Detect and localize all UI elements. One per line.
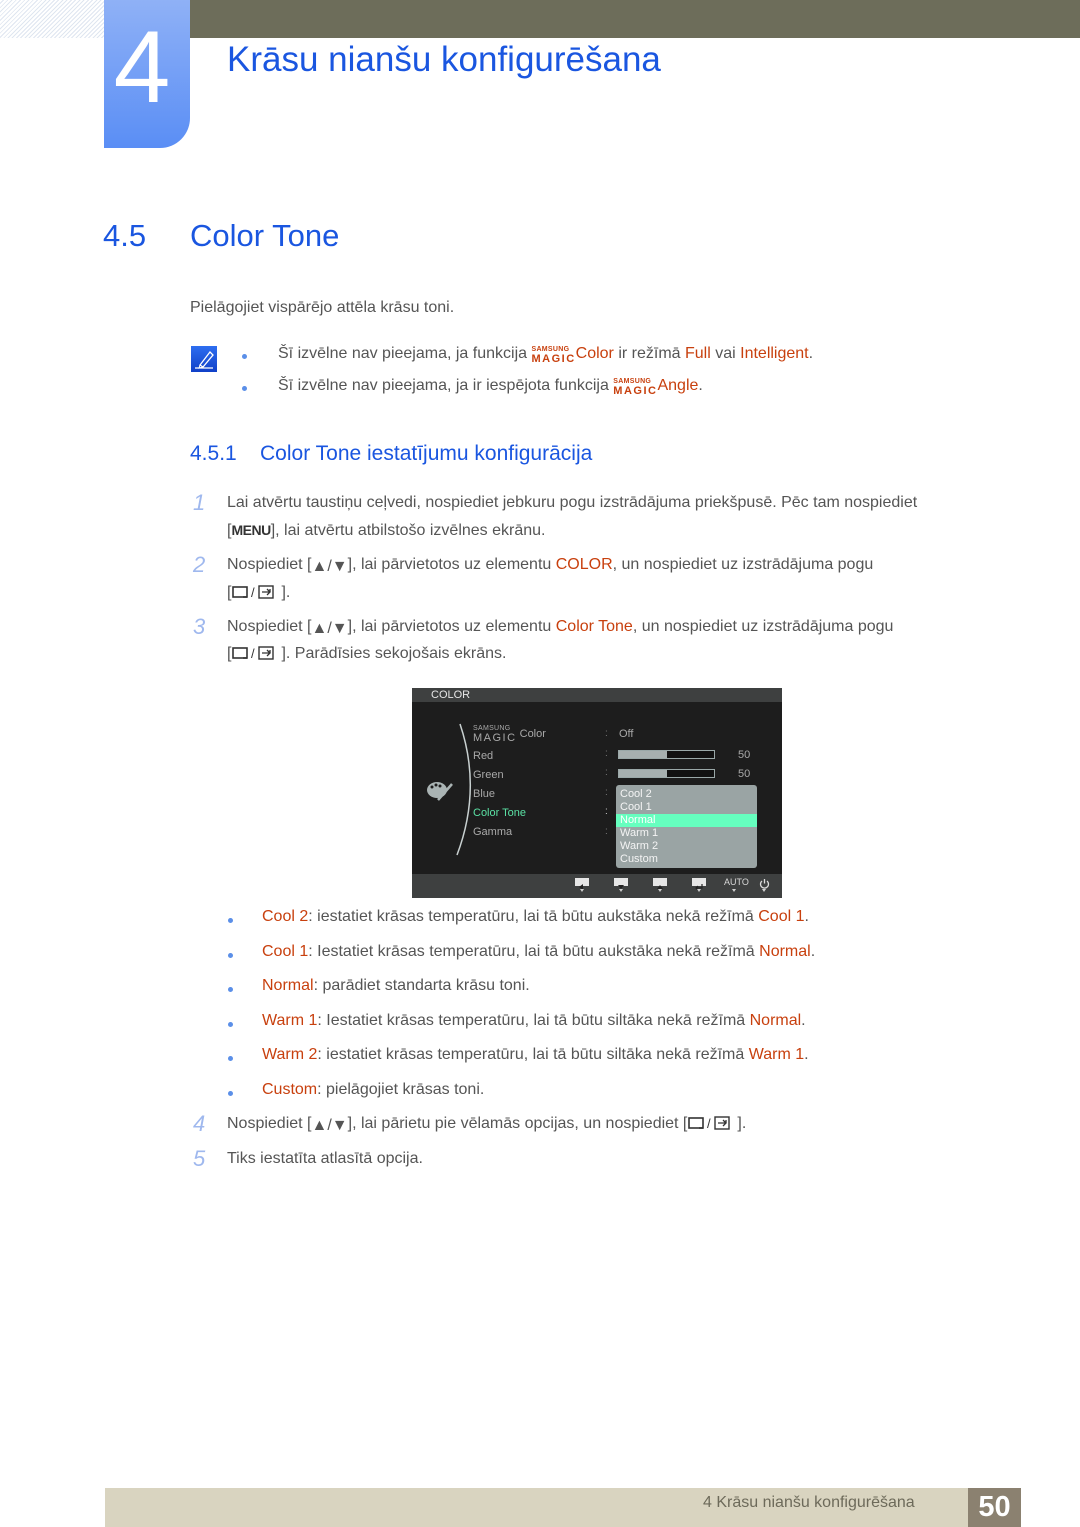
- option-bullet: [228, 1056, 233, 1061]
- samsung-magic-logo: SAMSUNG MAGIC: [613, 378, 658, 397]
- step-text: Nospiediet [▲/▼], lai pārvietotos uz ele…: [227, 556, 874, 575]
- up-down-arrow-icon: ▲/▼: [311, 558, 348, 575]
- step-text: [/].: [227, 584, 290, 604]
- source-enter-key-icon: /: [231, 646, 281, 665]
- osd-option: Cool 1: [620, 801, 652, 813]
- option-bullet: [228, 1022, 233, 1027]
- osd-item-green: Green: [473, 769, 504, 781]
- osd-option: Warm 1: [620, 827, 659, 839]
- pointer-arrow-icon: [762, 889, 766, 892]
- section-title: 4.5 Color Tone: [103, 218, 339, 254]
- enter-icon: [692, 878, 706, 891]
- section-number: 4.5: [103, 218, 147, 253]
- option-bullet: [228, 987, 233, 992]
- menu-key: MENU: [231, 522, 271, 538]
- subsection-number: 4.5.1: [190, 442, 237, 465]
- down-arrow-icon: [614, 878, 628, 889]
- osd-item-magic-color: SAMSUNG MAGIC Color: [473, 725, 546, 744]
- section-intro: Pielāgojiet vispārējo attēla krāsu toni.: [190, 299, 455, 316]
- header-bar: [190, 0, 1080, 38]
- osd-button-guide: AUTO: [412, 874, 782, 898]
- samsung-magic-logo: SAMSUNG MAGIC: [531, 346, 576, 365]
- up-arrow-icon: [653, 878, 667, 889]
- pointer-arrow-icon: [732, 889, 736, 892]
- osd-colon: :: [605, 728, 608, 739]
- step-number: 3: [193, 614, 206, 639]
- up-down-arrow-icon: ▲/▼: [311, 620, 348, 637]
- osd-item-gamma: Gamma: [473, 826, 513, 838]
- osd-red-bar: [618, 750, 715, 759]
- svg-text:/: /: [707, 1116, 711, 1130]
- option-item: Cool 2: iestatiet krāsas temperatūru, la…: [262, 908, 809, 925]
- pointer-arrow-icon: [658, 889, 662, 892]
- chapter-number: 4: [113, 10, 171, 124]
- step-number: 5: [193, 1146, 206, 1171]
- note-item: Šī izvēlne nav pieejama, ja funkcija SAM…: [278, 345, 814, 365]
- osd-green-bar-fill: [619, 770, 667, 777]
- source-enter-key-icon: /: [687, 1116, 737, 1135]
- osd-colon: :: [605, 748, 608, 759]
- source-enter-key-icon: /: [231, 585, 281, 604]
- option-bullet: [228, 918, 233, 923]
- auto-label: AUTO: [724, 877, 749, 887]
- osd-green-bar: [618, 769, 715, 778]
- osd-green-value: 50: [738, 768, 751, 780]
- osd-header: COLOR: [412, 688, 782, 702]
- subsection-title: 4.5.1 Color Tone iestatījumu konfigurācij…: [190, 442, 593, 465]
- header-hatch-decoration: [0, 0, 104, 38]
- option-item: Normal: parādiet standarta krāsu toni.: [262, 977, 530, 994]
- note-bullet: [242, 386, 247, 391]
- step-text: [MENU], lai atvērtu atbilstošo izvēlnes …: [227, 522, 546, 539]
- left-arrow-icon: [575, 878, 589, 890]
- note-pencil-icon: [191, 346, 217, 372]
- palette-icon: [427, 782, 453, 801]
- osd-item-color-tone: Color Tone: [473, 807, 526, 819]
- step-text: [/]. Parādīsies sekojošais ekrāns.: [227, 645, 506, 665]
- osd-option: Warm 2: [620, 840, 659, 852]
- option-item: Custom: pielāgojiet krāsas toni.: [262, 1081, 485, 1098]
- option-item: Warm 2: iestatiet krāsas temperatūru, la…: [262, 1046, 809, 1063]
- osd-colon: :: [605, 806, 608, 817]
- osd-color-menu-screenshot: COLOR SAMSUNG MAGIC Color : Off Red : 50 …: [412, 688, 782, 898]
- step-number: 1: [193, 490, 206, 515]
- step-text: Nospiediet [▲/▼], lai pārvietotos uz ele…: [227, 618, 894, 637]
- chapter-title: Krāsu nianšu konfigurēšana: [227, 40, 661, 79]
- osd-magic-color-value: Off: [619, 728, 634, 740]
- pointer-arrow-icon: [697, 889, 701, 892]
- osd-item-blue: Blue: [473, 788, 496, 800]
- osd-colon: :: [605, 826, 608, 837]
- osd-color-tone-dropdown: Cool 2 Cool 1 Normal Warm 1 Warm 2 Custo…: [616, 785, 757, 868]
- pointer-arrow-icon: [619, 889, 623, 892]
- page-number: 50: [968, 1488, 1021, 1527]
- osd-colon: :: [605, 767, 608, 778]
- osd-red-value: 50: [738, 749, 751, 761]
- svg-text:/: /: [251, 646, 255, 660]
- note-bullet: [242, 354, 247, 359]
- option-item: Warm 1: Iestatiet krāsas temperatūru, la…: [262, 1012, 806, 1029]
- svg-text:/: /: [251, 585, 255, 599]
- step-number: 4: [193, 1111, 206, 1136]
- option-item: Cool 1: Iestatiet krāsas temperatūru, la…: [262, 943, 816, 960]
- footer-chapter-label: 4 Krāsu nianšu konfigurēšana: [703, 1494, 915, 1511]
- osd-option: Cool 2: [620, 788, 652, 800]
- chapter-tab: 4: [104, 0, 190, 148]
- osd-colon: :: [605, 787, 608, 798]
- up-down-arrow-icon: ▲/▼: [311, 1117, 348, 1134]
- osd-option-selected: Normal: [616, 814, 757, 827]
- option-bullet: [228, 953, 233, 958]
- option-bullet: [228, 1091, 233, 1096]
- osd-option: Custom: [620, 853, 658, 865]
- note-item: Šī izvēlne nav pieejama, ja ir iespējota…: [278, 377, 703, 397]
- step-text: Lai atvērtu taustiņu ceļvedi, nospiediet…: [227, 494, 918, 511]
- step-text: Nospiediet [▲/▼], lai pārietu pie vēlamā…: [227, 1115, 747, 1135]
- osd-item-red: Red: [473, 750, 494, 762]
- section-title-text: Color Tone: [190, 218, 340, 253]
- step-number: 2: [193, 552, 206, 577]
- osd-red-bar-fill: [619, 751, 667, 758]
- pointer-arrow-icon: [580, 889, 584, 892]
- step-text: Tiks iestatīta atlasītā opcija.: [227, 1150, 423, 1167]
